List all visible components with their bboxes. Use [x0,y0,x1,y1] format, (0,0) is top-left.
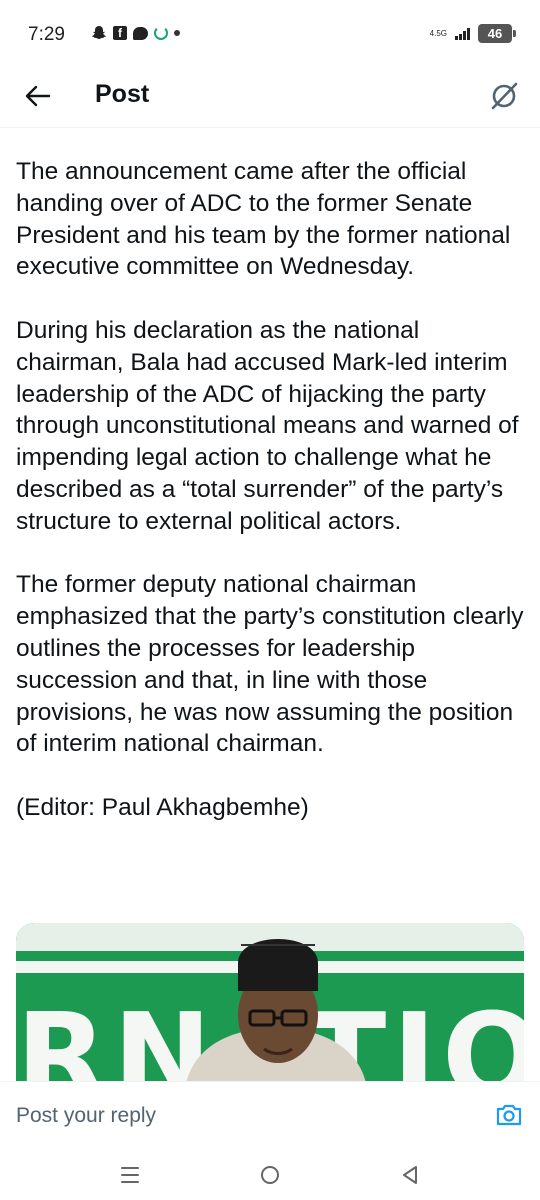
post-paragraph: The former deputy national chairman emph… [16,571,524,758]
status-bar: 7:29 f 4.5G 46 [0,0,540,66]
post-paragraph: The announcement came after the official… [16,158,511,281]
snapchat-icon [91,25,107,41]
status-time: 7:29 [28,24,65,45]
network-type: 4.5G [429,28,447,38]
camera-icon [496,1104,522,1126]
notification-icons: f [91,25,180,41]
editor-credit: (Editor: Paul Akhagbemhe) [16,793,309,821]
back-nav-button[interactable] [390,1155,430,1195]
camera-button[interactable] [494,1100,524,1130]
recent-apps-button[interactable] [110,1155,150,1195]
grok-button[interactable] [484,76,524,116]
back-button[interactable] [20,78,56,114]
post-paragraph: During his declaration as the national c… [16,316,519,535]
post-header: Post [0,66,540,128]
message-icon [133,26,148,40]
system-nav-bar [0,1149,540,1200]
post-media-image[interactable]: RNATION [16,923,524,1083]
more-notifications-dot [174,30,180,36]
reply-bar: Post your reply [0,1081,540,1149]
sync-icon [154,26,168,40]
signal-icon [455,27,470,40]
home-button[interactable] [250,1155,290,1195]
home-circle-icon [261,1165,279,1184]
menu-icon [121,1166,139,1183]
reply-input[interactable]: Post your reply [16,1104,156,1128]
post-body: The announcement came after the official… [16,156,524,856]
status-right: 4.5G 46 [429,24,516,43]
back-triangle-icon [403,1165,417,1184]
battery-level: 46 [487,26,503,41]
battery-icon: 46 [478,24,516,43]
person-photo [186,939,366,1083]
grok-icon [491,82,518,110]
page-title: Post [95,80,150,108]
facebook-icon: f [113,26,127,40]
arrow-left-icon [25,85,51,107]
